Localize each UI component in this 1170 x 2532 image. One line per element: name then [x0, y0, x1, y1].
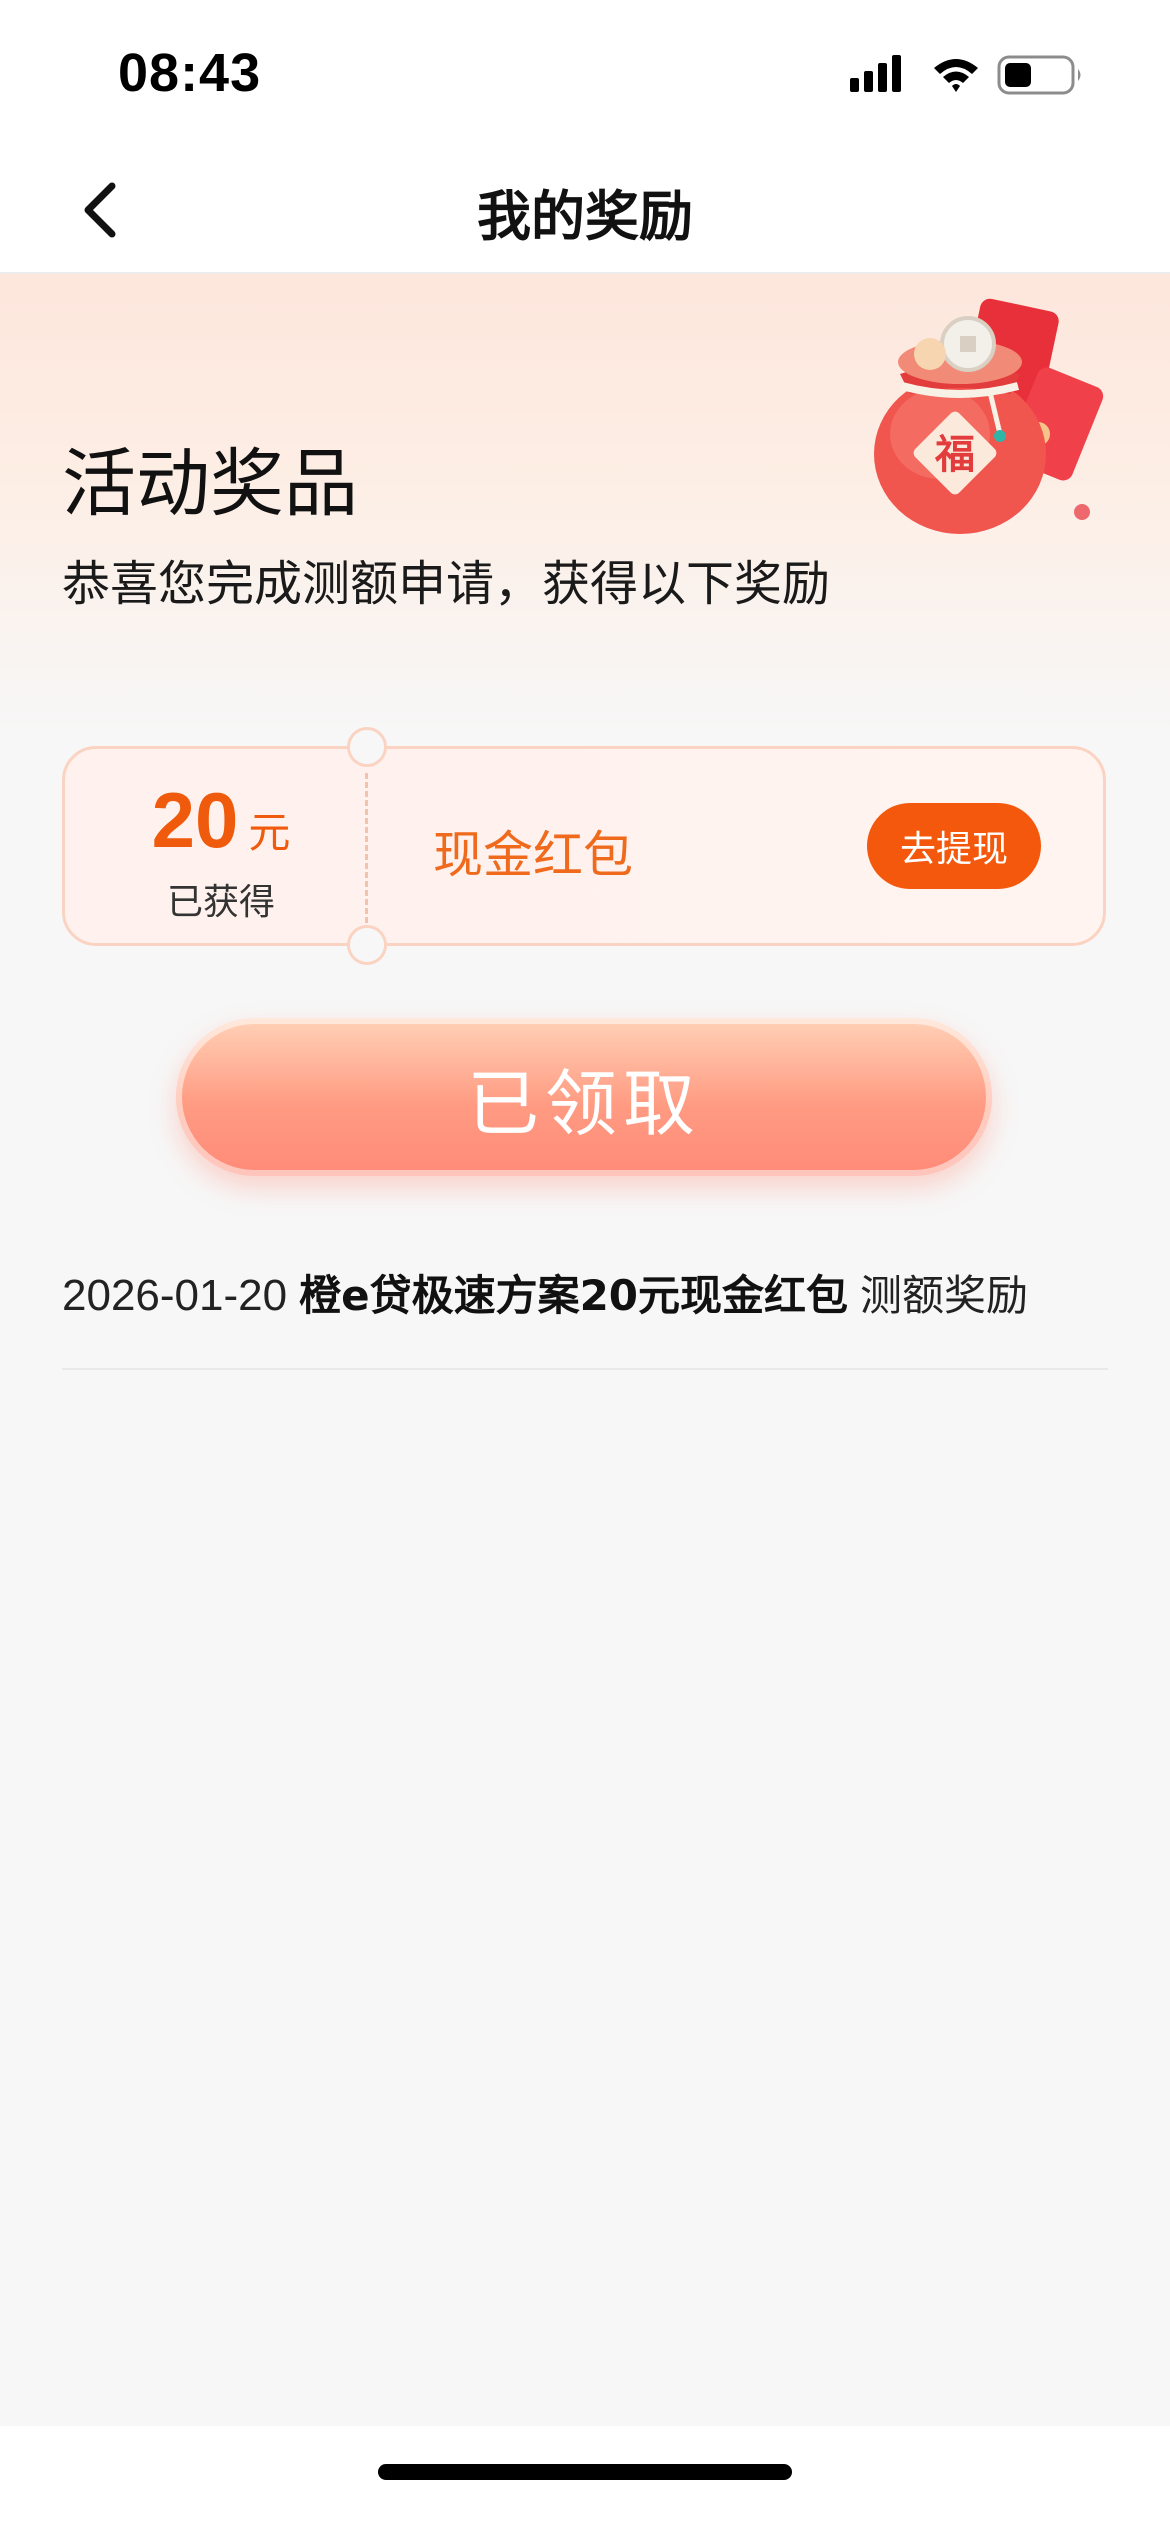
home-indicator[interactable]	[378, 2464, 792, 2480]
bottom-safe-area	[0, 2426, 1170, 2532]
hero-subtitle: 恭喜您完成测额申请，获得以下奖励	[62, 556, 831, 612]
hero-banner: 活动奖品 恭喜您完成测额申请，获得以下奖励 福	[0, 274, 1170, 734]
coupon-amount-unit: 元	[248, 808, 291, 857]
coupon-amount: 20 元	[121, 775, 321, 866]
status-bar: 08:43	[0, 0, 1170, 140]
record-tag: 测额奖励	[860, 1271, 1029, 1320]
hero-title: 活动奖品	[62, 441, 358, 527]
status-time: 08:43	[118, 43, 262, 103]
cellular-signal-icon	[850, 55, 901, 92]
lucky-bag-character: 福	[934, 432, 975, 478]
battery-icon	[997, 55, 1081, 95]
status-icons-graphic	[850, 55, 1081, 95]
record-title: 橙e贷极速方案20元现金红包	[299, 1271, 849, 1320]
nav-bar: 我的奖励	[0, 140, 1170, 274]
wifi-icon	[934, 59, 978, 92]
coupon-notch-bottom	[347, 925, 387, 965]
lucky-bag-icon: 福	[874, 298, 1104, 534]
withdraw-button[interactable]: 去提现	[867, 803, 1041, 889]
reward-coupon: 20 元 已获得 现金红包 去提现	[62, 727, 1106, 965]
status-icons	[850, 50, 1090, 100]
record-date: 2026-01-20	[62, 1271, 288, 1320]
claimed-button[interactable]: 已领取	[176, 1018, 992, 1176]
coupon-name: 现金红包	[433, 826, 633, 884]
record-row: 2026-01-20 橙e贷极速方案20元现金红包 测额奖励	[62, 1262, 1108, 1342]
coupon-notch-top	[347, 727, 387, 767]
coupon-amount-value: 20	[151, 776, 239, 864]
record-divider	[62, 1368, 1108, 1370]
coupon-divider	[365, 773, 368, 923]
page-title: 我的奖励	[477, 185, 693, 248]
coupon-status: 已获得	[166, 882, 275, 923]
